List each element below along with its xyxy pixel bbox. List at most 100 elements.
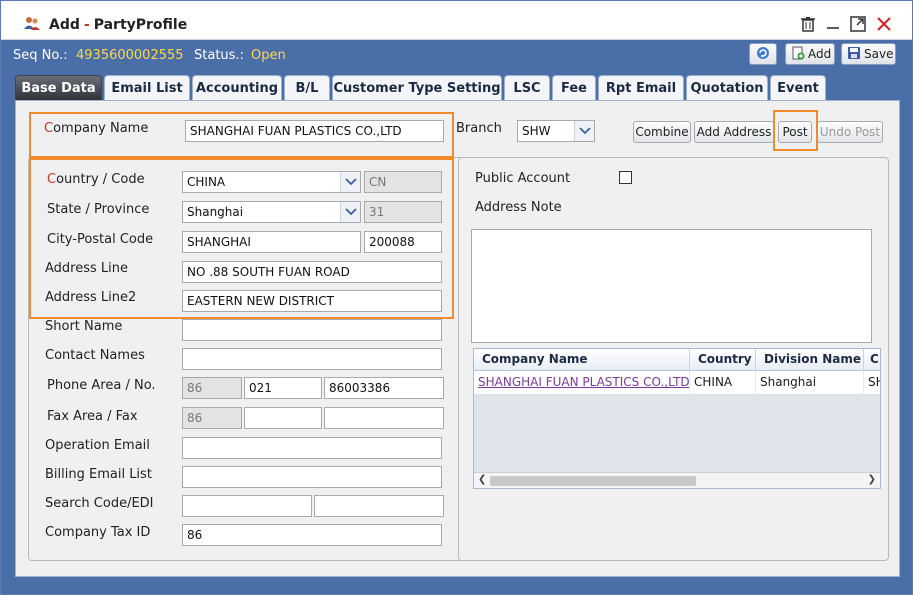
state-select-value: Shanghai: [187, 205, 244, 219]
billing-email-label: Billing Email List: [45, 467, 152, 482]
scroll-right-icon[interactable]: ❯: [868, 474, 876, 485]
add-button[interactable]: Add: [785, 43, 835, 65]
chevron-down-icon[interactable]: [340, 202, 360, 222]
address-note-label: Address Note: [475, 200, 562, 215]
public-account-checkbox[interactable]: [619, 171, 632, 184]
base-data-content: Company Name SHANGHAI FUAN PLASTICS CO.,…: [15, 100, 900, 577]
grid-horizontal-scrollbar[interactable]: ❮ ❯: [474, 472, 880, 488]
billing-email-input[interactable]: [182, 466, 442, 488]
combine-button[interactable]: Combine: [633, 121, 691, 143]
phone-area-input[interactable]: 021: [244, 377, 322, 399]
tab-customer-type-setting[interactable]: Customer Type Setting: [332, 75, 502, 101]
row-country: CHINA: [690, 371, 756, 395]
tab-strip: Base Data Email List Accounting B/L Cust…: [15, 75, 900, 101]
row-division: Shanghai: [756, 371, 864, 395]
search-code-input[interactable]: [182, 495, 312, 517]
country-select-value: CHINA: [187, 175, 226, 189]
address-note-textarea[interactable]: [471, 229, 872, 343]
scroll-left-icon[interactable]: ❮: [478, 474, 486, 485]
chevron-down-icon[interactable]: [340, 172, 360, 192]
save-button[interactable]: Save: [841, 43, 896, 65]
company-tax-id-label: Company Tax ID: [45, 525, 151, 540]
grid-col-division-name[interactable]: Division Name: [756, 349, 864, 371]
address-grid: Company Name Country Division Name C SHA…: [473, 348, 881, 489]
account-panel: Public Account Address Note Company Name…: [458, 157, 889, 561]
info-bar: Seq No.: 4935600002555 Status.: Open Add…: [1, 41, 912, 71]
status-value: Open: [251, 48, 286, 63]
fax-label: Fax Area / Fax: [47, 409, 138, 424]
add-doc-icon: [791, 46, 805, 63]
country-code-field: CN: [364, 171, 442, 193]
city-input[interactable]: SHANGHAI: [182, 231, 361, 253]
seq-no-label: Seq No.:: [13, 48, 68, 63]
phone-label: Phone Area / No.: [47, 378, 156, 393]
company-name-label-initial: C: [44, 121, 54, 136]
tab-lsc[interactable]: LSC: [504, 75, 550, 101]
undo-post-button: Undo Post: [817, 121, 883, 143]
title-separator: -: [83, 17, 90, 33]
contact-names-input[interactable]: [182, 348, 442, 370]
phone-number-input[interactable]: 86003386: [324, 377, 444, 399]
chevron-down-icon[interactable]: [574, 121, 594, 141]
grid-header: Company Name Country Division Name C: [474, 349, 880, 371]
title-action: Add: [49, 17, 80, 33]
window-title: Add - PartyProfile: [49, 17, 187, 33]
fax-country-code-field: 86: [182, 407, 242, 429]
contact-names-label: Contact Names: [45, 348, 145, 363]
state-code-field: 31: [364, 201, 442, 223]
city-postal-label: City-Postal Code: [47, 232, 154, 247]
refresh-icon: [756, 46, 770, 63]
title-bar: Add - PartyProfile: [1, 1, 912, 40]
operation-email-input[interactable]: [182, 437, 442, 459]
postal-code-input[interactable]: 200088: [364, 231, 442, 253]
seq-no-value: 4935600002555: [76, 48, 184, 63]
search-code-label: Search Code/EDI: [45, 496, 154, 511]
tab-quotation[interactable]: Quotation: [686, 75, 768, 101]
address-line2-input[interactable]: EASTERN NEW DISTRICT: [182, 290, 442, 312]
tab-event[interactable]: Event: [770, 75, 826, 101]
row-extra: SH: [864, 371, 880, 395]
tab-email-list[interactable]: Email List: [104, 75, 190, 101]
address-line2-label: Address Line2: [45, 290, 137, 305]
branch-select-value: SHW: [522, 124, 551, 138]
refresh-button[interactable]: [749, 43, 777, 65]
company-name-label-rest: ompany Name: [53, 121, 149, 136]
company-name-input[interactable]: SHANGHAI FUAN PLASTICS CO.,LTD: [185, 120, 444, 142]
title-name: PartyProfile: [93, 17, 188, 33]
address-line-label: Address Line: [45, 261, 128, 276]
tab-base-data[interactable]: Base Data: [15, 75, 102, 101]
address-line-input[interactable]: NO .88 SOUTH FUAN ROAD: [182, 261, 442, 283]
close-icon[interactable]: [875, 15, 893, 33]
country-select[interactable]: CHINA: [182, 171, 361, 193]
grid-col-country[interactable]: Country: [690, 349, 756, 371]
state-province-label: State / Province: [47, 202, 150, 217]
add-address-button[interactable]: Add Address: [694, 121, 774, 143]
grid-col-company-name[interactable]: Company Name: [474, 349, 690, 371]
tab-accounting[interactable]: Accounting: [192, 75, 282, 101]
trash-icon[interactable]: [799, 15, 817, 33]
post-button[interactable]: Post: [778, 121, 812, 143]
operation-email-label: Operation Email: [45, 438, 150, 453]
fax-area-input[interactable]: [244, 407, 322, 429]
row-company-name-link[interactable]: SHANGHAI FUAN PLASTICS CO.,LTD: [474, 371, 690, 395]
minimize-icon[interactable]: [824, 15, 842, 33]
party-profile-window: Add - PartyProfile Seq No.: 4935600002555 …: [0, 0, 913, 595]
tab-rpt-email[interactable]: Rpt Email: [598, 75, 684, 101]
company-tax-id-input[interactable]: 86: [182, 524, 442, 546]
grid-col-extra[interactable]: C: [864, 349, 880, 371]
status-label: Status.:: [194, 48, 244, 63]
short-name-input[interactable]: [182, 319, 442, 341]
table-row[interactable]: SHANGHAI FUAN PLASTICS CO.,LTD CHINA Sha…: [474, 371, 880, 395]
tab-fee[interactable]: Fee: [552, 75, 596, 101]
scroll-thumb[interactable]: [490, 476, 696, 486]
phone-country-code-field: 86: [182, 377, 242, 399]
add-button-label: Add: [808, 47, 832, 61]
edi-code-input[interactable]: [314, 495, 444, 517]
fax-number-input[interactable]: [324, 407, 444, 429]
country-label-rest: ountry / Code: [56, 172, 145, 187]
maximize-icon[interactable]: [849, 15, 867, 33]
state-select[interactable]: Shanghai: [182, 201, 361, 223]
party-profile-icon: [23, 15, 41, 33]
branch-select[interactable]: SHW: [517, 120, 595, 142]
tab-bl[interactable]: B/L: [284, 75, 330, 101]
